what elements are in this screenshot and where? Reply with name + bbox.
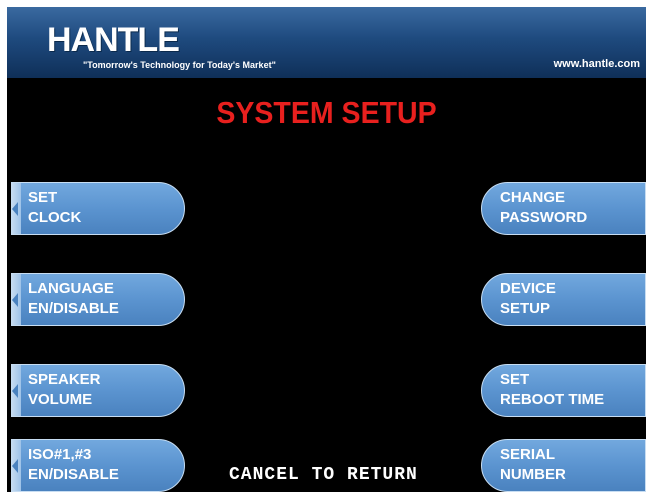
- left-arrow-icon: [12, 384, 18, 398]
- button-label-line1: SERIAL: [500, 446, 556, 463]
- speaker-volume-button[interactable]: SPEAKER VOLUME: [11, 364, 185, 417]
- button-label-line1: SET: [28, 189, 58, 206]
- iso-enable-button[interactable]: ISO#1,#3 EN/DISABLE: [11, 439, 185, 492]
- button-label-line1: DEVICE: [500, 280, 556, 297]
- button-label-line1: SET: [500, 371, 530, 388]
- button-label-line2: SETUP: [500, 300, 551, 317]
- button-label-line2: VOLUME: [28, 391, 93, 408]
- language-enable-button[interactable]: LANGUAGE EN/DISABLE: [11, 273, 185, 326]
- left-arrow-icon: [12, 202, 18, 216]
- button-label-line2: NUMBER: [500, 466, 566, 483]
- left-arrow-icon: [12, 293, 18, 307]
- serial-number-button[interactable]: SERIAL NUMBER: [481, 439, 646, 492]
- button-label-line2: REBOOT TIME: [500, 391, 605, 408]
- button-label-line1: LANGUAGE: [28, 280, 114, 297]
- tagline: "Tomorrow's Technology for Today's Marke…: [83, 60, 276, 70]
- website-url: www.hantle.com: [553, 58, 640, 70]
- button-label-line2: CLOCK: [28, 209, 82, 226]
- page-title: SYSTEM SETUP: [216, 95, 437, 130]
- left-arrow-icon: [12, 459, 18, 473]
- button-label-line2: PASSWORD: [500, 209, 588, 226]
- set-clock-button[interactable]: SET CLOCK: [11, 182, 185, 235]
- button-label-line1: CHANGE: [500, 189, 566, 206]
- hantle-logo: HANTLE: [47, 21, 180, 59]
- change-password-button[interactable]: CHANGE PASSWORD: [481, 182, 646, 235]
- atm-screen: HANTLE "Tomorrow's Technology for Today'…: [7, 7, 646, 492]
- button-label-line1: SPEAKER: [28, 371, 101, 388]
- cancel-instruction: CANCEL TO RETURN: [229, 465, 418, 485]
- button-label-line1: ISO#1,#3: [28, 446, 92, 463]
- button-label-line2: EN/DISABLE: [28, 300, 119, 317]
- button-label-line2: EN/DISABLE: [28, 466, 119, 483]
- device-setup-button[interactable]: DEVICE SETUP: [481, 273, 646, 326]
- header-banner: HANTLE "Tomorrow's Technology for Today'…: [7, 7, 646, 78]
- set-reboot-time-button[interactable]: SET REBOOT TIME: [481, 364, 646, 417]
